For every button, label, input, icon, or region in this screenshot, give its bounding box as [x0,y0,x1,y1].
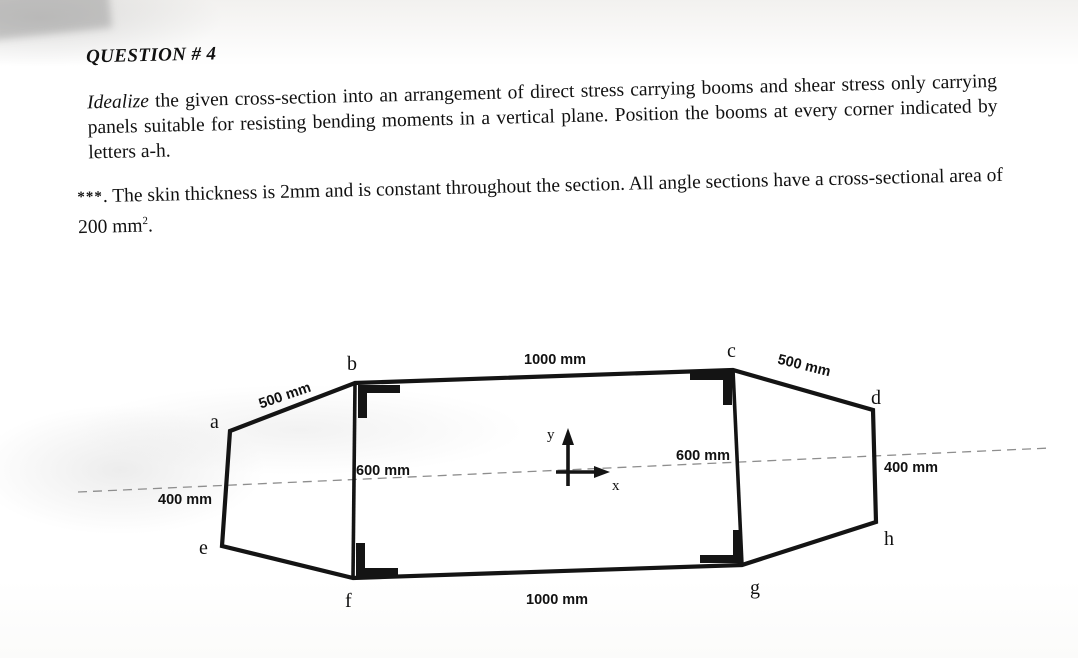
paragraph-1-body: the given cross-section into an arrangem… [87,70,998,164]
note-asterisks: *** [77,189,104,206]
vertex-label-d: d [871,387,881,409]
vertex-label-b: b [347,353,357,375]
angle-section-boom-markers [356,372,742,576]
cross-section-outline [219,367,879,581]
vertex-label-f: f [345,590,352,612]
question-text-block: QUESTION # 4 Idealize the given cross-se… [0,0,1078,280]
vertex-label-h: h [884,528,894,550]
y-axis-label: y [547,427,555,443]
boom-marker-c [690,372,732,405]
dimension-label-ae: 400 mm [158,492,213,508]
centroidal-axes [556,428,610,486]
vertex-label-g: g [750,577,760,599]
dimension-label-cg: 600 mm [676,448,731,464]
vertex-label-e: e [199,537,208,559]
boom-marker-b [358,385,400,418]
paragraph-2-body: . The skin thickness is 2mm and is const… [77,164,1004,239]
question-paragraph-2: ***. The skin thickness is 2mm and is co… [77,163,1008,240]
vertex-label-c: c [727,340,736,362]
dimension-label-dh: 400 mm [884,460,939,476]
page-title: QUESTION # 4 [85,43,217,68]
cross-section-figure: a b c d h g f e 500 mm 1000 mm 500 mm 40… [0,300,1078,658]
dimension-label-bf: 600 mm [356,463,411,479]
x-axis-label: x [612,478,620,494]
web-line-bf [351,382,357,579]
boom-marker-g [700,530,742,563]
paragraph-2-tail: . [147,215,154,237]
vertex-label-a: a [210,411,219,433]
question-paragraph-1: Idealize the given cross-section into an… [87,69,999,165]
dimension-label-bc: 1000 mm [524,352,587,368]
boom-marker-f [356,543,398,576]
paragraph-1-lead-word: Idealize [86,90,150,114]
dimension-label-fg: 1000 mm [526,592,589,608]
y-axis-arrowhead [562,428,574,445]
